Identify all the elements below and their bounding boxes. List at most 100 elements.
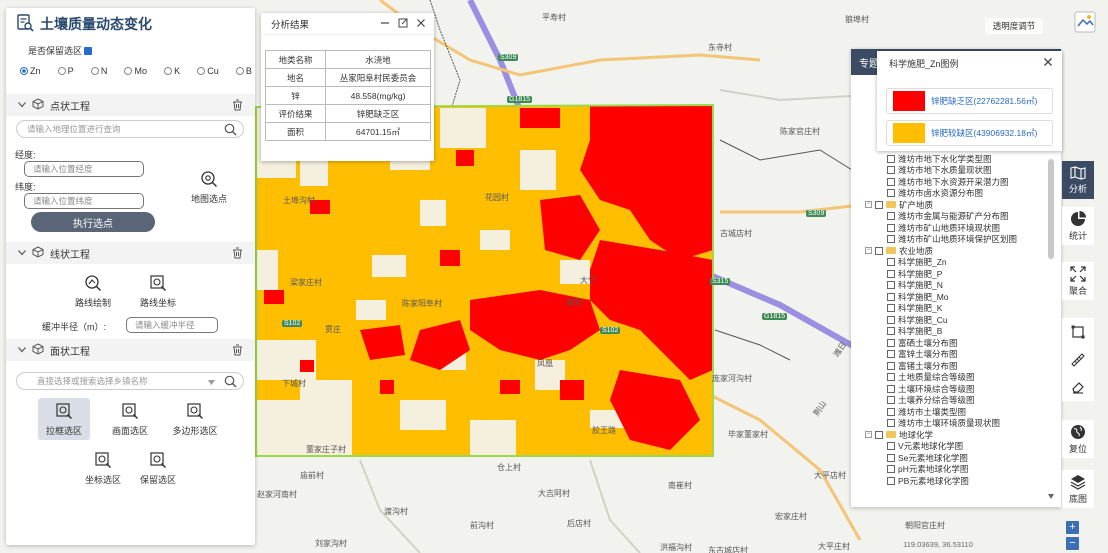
zoom-in-button[interactable]: +	[1066, 521, 1079, 534]
layer-checkbox[interactable]	[887, 154, 895, 163]
keep-selection-checkbox[interactable]	[84, 46, 93, 55]
tree-item[interactable]: 土壤环境综合等级图	[865, 383, 1045, 395]
reset-button[interactable]: 复位	[1062, 420, 1094, 458]
basemap-button[interactable]: 底图	[1062, 470, 1094, 508]
measure-area-button[interactable]	[1062, 318, 1094, 346]
minimize-icon[interactable]	[380, 18, 390, 31]
analysis-header[interactable]: 分析结果	[261, 13, 434, 35]
layer-checkbox[interactable]	[887, 465, 895, 474]
trash-icon[interactable]	[232, 247, 243, 262]
thematic-scrollbar[interactable]	[1047, 149, 1055, 499]
tree-item[interactable]: 富锌土壤分布图	[865, 349, 1045, 361]
radio-dot[interactable]	[124, 67, 133, 75]
radio-dot[interactable]	[20, 67, 28, 75]
radio-dot[interactable]	[235, 67, 244, 75]
element-radio-p[interactable]: P	[57, 66, 74, 76]
layer-checkbox[interactable]	[887, 338, 895, 347]
route-coords-button[interactable]: 路线坐标	[132, 270, 184, 312]
eraser-button[interactable]	[1062, 373, 1094, 401]
layer-checkbox[interactable]	[887, 419, 895, 428]
layer-checkbox[interactable]	[887, 177, 895, 186]
tree-item[interactable]: 科学施肥_Cu	[865, 314, 1045, 326]
layer-checkbox[interactable]	[887, 350, 895, 359]
tree-item[interactable]: 潍坊市土壤类型图	[865, 406, 1045, 418]
map-pick-button[interactable]: 地图选点	[183, 166, 235, 208]
element-radio-mo[interactable]: Mo	[124, 66, 147, 76]
radio-dot[interactable]	[197, 67, 206, 75]
close-icon[interactable]	[1043, 57, 1053, 69]
tree-item[interactable]: 土壤养分综合等级图	[865, 395, 1045, 407]
layer-checkbox[interactable]	[887, 212, 895, 221]
layer-checkbox[interactable]	[887, 373, 895, 382]
layer-checkbox[interactable]	[887, 407, 895, 416]
layer-checkbox[interactable]	[887, 258, 895, 267]
area-tool-button[interactable]: 坐标选区	[77, 447, 129, 489]
layer-checkbox[interactable]	[887, 453, 895, 462]
tree-item[interactable]: 富硒土壤分布图	[865, 337, 1045, 349]
layer-checkbox[interactable]	[887, 442, 895, 451]
element-radio-b[interactable]: B	[235, 66, 252, 76]
collapse-icon[interactable]: −	[865, 431, 872, 439]
transparency-button[interactable]: 透明度调节	[985, 18, 1043, 34]
scroll-down-arrow-icon[interactable]	[1048, 491, 1054, 502]
layer-checkbox[interactable]	[875, 430, 883, 439]
layer-checkbox[interactable]	[887, 235, 895, 244]
tree-item[interactable]: 科学施肥_P	[865, 268, 1045, 280]
aggregate-button[interactable]: 聚合	[1062, 262, 1094, 300]
radio-dot[interactable]	[164, 67, 173, 75]
analyze-button[interactable]: 分析	[1062, 161, 1094, 199]
layer-checkbox[interactable]	[887, 281, 895, 290]
layer-checkbox[interactable]	[887, 166, 895, 175]
area-tool-button[interactable]: 拉框选区	[38, 398, 90, 440]
tree-item[interactable]: V元素地球化学图	[865, 441, 1045, 453]
tree-item[interactable]: 潍坊市地下水质量现状图	[865, 165, 1045, 177]
town-select-input[interactable]: 直接选择或搜索选择乡镇名称	[16, 372, 244, 390]
layer-checkbox[interactable]	[875, 200, 883, 209]
caret-down-icon[interactable]	[208, 377, 215, 387]
area-tool-button[interactable]: 画面选区	[104, 398, 156, 440]
layer-checkbox[interactable]	[887, 189, 895, 198]
tree-item[interactable]: 潍坊市矿山地质环境现状图	[865, 222, 1045, 234]
tree-group[interactable]: − 地球化学	[865, 429, 1045, 441]
tree-item[interactable]: 科学施肥_Mo	[865, 291, 1045, 303]
layer-checkbox[interactable]	[887, 315, 895, 324]
element-radio-k[interactable]: K	[164, 66, 180, 76]
layer-checkbox[interactable]	[875, 246, 883, 255]
buffer-radius-input[interactable]: 请输入缓冲半径	[126, 317, 218, 333]
tree-group[interactable]: − 矿产地质	[865, 199, 1045, 211]
layer-checkbox[interactable]	[887, 327, 895, 336]
layer-checkbox[interactable]	[887, 223, 895, 232]
search-icon[interactable]	[224, 375, 237, 390]
close-icon[interactable]	[416, 18, 426, 31]
tree-item[interactable]: 土地质量综合等级图	[865, 372, 1045, 384]
element-radio-cu[interactable]: Cu	[197, 66, 219, 76]
area-section-header[interactable]: 面状工程	[6, 339, 255, 361]
tree-item[interactable]: 潍坊市地下水资源开采潜力图	[865, 176, 1045, 188]
longitude-input[interactable]: 请输入位置经度	[24, 161, 144, 177]
tree-item[interactable]: Se元素地球化学图	[865, 452, 1045, 464]
stats-button[interactable]: 统计	[1062, 207, 1094, 245]
tree-item[interactable]: 潍坊市矿山地质环境保护区划图	[865, 234, 1045, 246]
point-section-header[interactable]: 点状工程	[6, 94, 255, 116]
layer-checkbox[interactable]	[887, 476, 895, 485]
tree-item[interactable]: pH元素地球化学图	[865, 464, 1045, 476]
tree-item[interactable]: 富锗土壤分布图	[865, 360, 1045, 372]
latitude-input[interactable]: 请输入位置纬度	[24, 193, 144, 209]
search-icon[interactable]	[224, 123, 237, 138]
tree-group[interactable]: − 农业地质	[865, 245, 1045, 257]
layers-photo-icon[interactable]	[1074, 11, 1096, 33]
measure-distance-button[interactable]	[1062, 346, 1094, 374]
tree-item[interactable]: 潍坊市地下水化学类型图	[865, 153, 1045, 165]
route-draw-button[interactable]: 路线绘制	[67, 270, 119, 312]
layer-checkbox[interactable]	[887, 396, 895, 405]
tree-item[interactable]: 潍坊市金属与能源矿产分布图	[865, 211, 1045, 223]
area-tool-button[interactable]: 保留选区	[132, 447, 184, 489]
tree-item[interactable]: 科学施肥_K	[865, 303, 1045, 315]
execute-pick-button[interactable]: 执行选点	[31, 212, 155, 232]
element-radio-zn[interactable]: Zn	[20, 66, 41, 76]
collapse-icon[interactable]: −	[865, 247, 872, 255]
area-tool-button[interactable]: 多边形选区	[169, 398, 221, 440]
line-section-header[interactable]: 线状工程	[6, 242, 255, 264]
collapse-icon[interactable]: −	[865, 201, 872, 209]
tree-item[interactable]: 潍坊市土壤环境质量现状图	[865, 418, 1045, 430]
